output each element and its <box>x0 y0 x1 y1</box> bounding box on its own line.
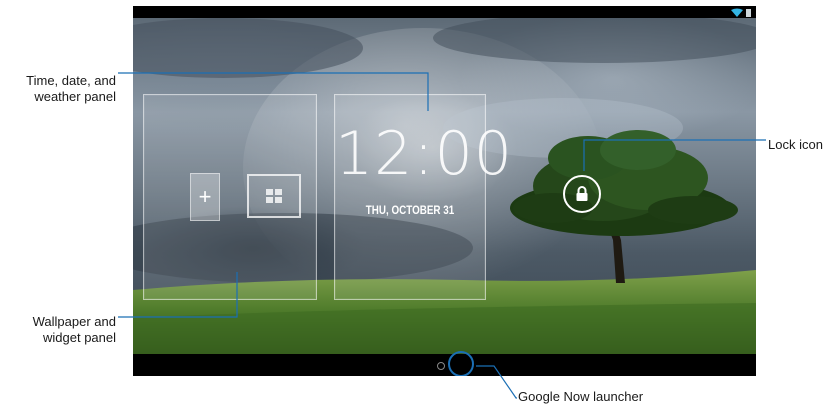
google-now-callout-line <box>476 365 517 399</box>
annotated-screenshot: + 12:00 THU, OCTOBER 31 Time, date, and … <box>0 0 838 410</box>
callout-line-2: weather panel <box>34 89 116 104</box>
callout-line-2: widget panel <box>43 330 116 345</box>
callout-line-1: Wallpaper and <box>32 314 116 329</box>
wallpaper-widget-callout: Wallpaper and widget panel <box>0 314 116 346</box>
lock-callout-line <box>583 139 766 171</box>
time-date-weather-callout: Time, date, and weather panel <box>0 73 116 105</box>
lock-icon-callout: Lock icon <box>768 137 823 152</box>
wallpaper-panel-callout-line <box>118 272 238 318</box>
callout-line-1: Time, date, and <box>26 73 116 88</box>
callout-lines <box>118 72 766 399</box>
time-panel-callout-line <box>118 72 429 111</box>
google-now-callout: Google Now launcher <box>518 389 644 404</box>
